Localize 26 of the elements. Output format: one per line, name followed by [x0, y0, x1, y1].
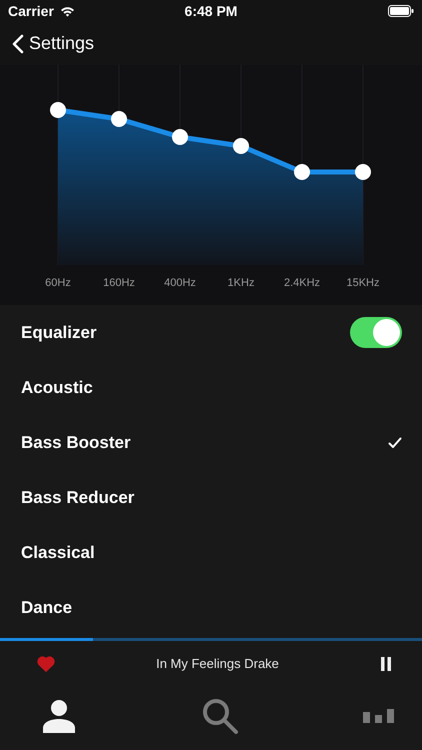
heart-icon[interactable] — [37, 656, 55, 672]
profile-tab[interactable] — [42, 699, 76, 733]
stats-tab[interactable] — [363, 709, 395, 723]
preset-item[interactable]: Classical — [0, 525, 422, 580]
track-title: In My Feelings Drake — [156, 656, 279, 671]
frequency-label: 15KHz — [345, 276, 381, 288]
frequency-label: 160Hz — [102, 276, 136, 288]
search-tab[interactable] — [200, 697, 238, 735]
preset-item[interactable]: Bass Reducer — [0, 470, 422, 525]
preset-item[interactable]: Bass Booster — [0, 415, 422, 470]
preset-item[interactable]: Acoustic — [0, 360, 422, 415]
progress-bar[interactable] — [0, 638, 422, 641]
frequency-label: 2.4KHz — [282, 276, 322, 288]
battery-icon — [388, 5, 414, 17]
toggle-switch[interactable] — [350, 317, 402, 348]
frequency-label: 400Hz — [163, 276, 197, 288]
frequency-label: 1KHz — [226, 276, 256, 288]
wifi-icon — [60, 6, 75, 16]
clock-time: 6:48 PM — [184, 3, 238, 19]
pause-icon[interactable] — [380, 656, 392, 672]
back-button[interactable]: Settings — [12, 33, 94, 54]
carrier-label: Carrier — [8, 3, 54, 19]
chevron-icon — [12, 34, 24, 54]
frequency-label: 60Hz — [44, 276, 72, 288]
row-label: Equalizer — [21, 322, 97, 342]
preset-item[interactable]: Dance — [0, 580, 422, 635]
